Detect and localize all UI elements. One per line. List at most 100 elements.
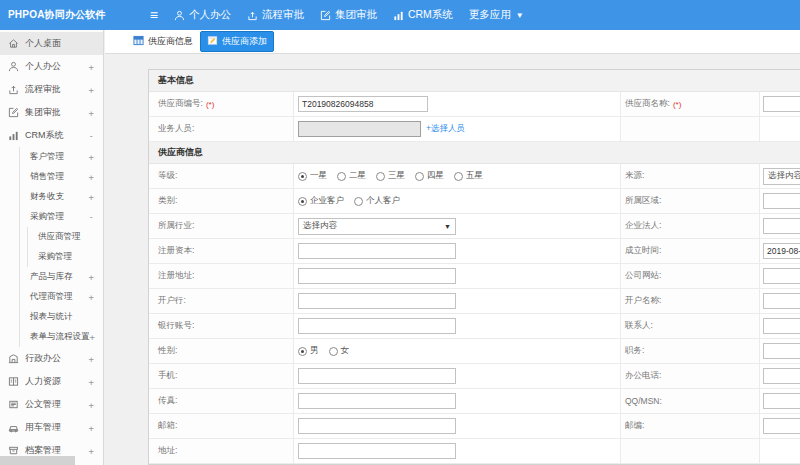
expand-plus-icon[interactable]: + bbox=[89, 152, 94, 162]
tab-0[interactable]: 供应商信息 bbox=[133, 35, 193, 48]
expand-plus-icon[interactable]: + bbox=[89, 172, 94, 182]
radio-label: 二星 bbox=[349, 170, 366, 182]
expand-plus-icon[interactable]: + bbox=[89, 192, 94, 202]
text-input[interactable] bbox=[763, 293, 800, 309]
field-input-cell bbox=[294, 289, 621, 313]
text-input[interactable] bbox=[763, 218, 800, 234]
expand-plus-icon[interactable]: + bbox=[89, 400, 94, 410]
field-input-cell bbox=[760, 239, 800, 263]
text-input[interactable] bbox=[298, 418, 456, 434]
expand-plus-icon[interactable]: + bbox=[89, 377, 94, 387]
text-input[interactable] bbox=[763, 368, 800, 384]
field-input-cell: 选择内容▼ bbox=[294, 214, 621, 238]
text-input[interactable] bbox=[763, 318, 800, 334]
radio-button[interactable] bbox=[337, 172, 346, 181]
tab-1[interactable]: 供应商添加 bbox=[200, 31, 274, 52]
sidebar-item-13[interactable]: 报表与统计 bbox=[0, 307, 103, 327]
field-input-cell bbox=[760, 314, 800, 338]
text-input[interactable] bbox=[298, 293, 456, 309]
field-label: 企业法人: bbox=[625, 220, 661, 232]
form-row: 开户行:开户名称: bbox=[149, 289, 800, 314]
radio-button[interactable] bbox=[415, 172, 424, 181]
select-person-link[interactable]: +选择人员 bbox=[426, 123, 465, 135]
expand-plus-icon[interactable]: + bbox=[89, 272, 94, 282]
radio-button[interactable] bbox=[354, 197, 363, 206]
field-input-cell bbox=[760, 439, 800, 463]
topnav-item-0[interactable]: 个人办公 bbox=[174, 8, 231, 22]
text-input[interactable] bbox=[763, 393, 800, 409]
sidebar-item-15[interactable]: 行政办公+ bbox=[0, 347, 103, 370]
field-label: 联系人: bbox=[625, 320, 653, 332]
radio-button[interactable] bbox=[298, 347, 307, 356]
text-input[interactable] bbox=[763, 268, 800, 284]
select-box[interactable]: 选择内容▼ bbox=[298, 218, 456, 235]
sidebar-item-12[interactable]: 代理商管理+ bbox=[0, 287, 103, 307]
text-input[interactable] bbox=[298, 443, 456, 459]
text-input[interactable] bbox=[298, 368, 456, 384]
radio-button[interactable] bbox=[454, 172, 463, 181]
text-input[interactable] bbox=[763, 96, 800, 112]
text-input[interactable] bbox=[298, 243, 456, 259]
text-input[interactable] bbox=[298, 96, 428, 112]
field-input-cell bbox=[294, 364, 621, 388]
sidebar-item-3[interactable]: 集团审批+ bbox=[0, 101, 103, 124]
radio-button[interactable] bbox=[329, 347, 338, 356]
topnav-item-4[interactable]: 更多应用▼ bbox=[469, 8, 524, 22]
topnav-item-3[interactable]: CRM系统 bbox=[393, 8, 453, 22]
sidebar-item-9[interactable]: 供应商管理 bbox=[0, 227, 103, 247]
expand-plus-icon[interactable]: + bbox=[89, 85, 94, 95]
radio-button[interactable] bbox=[376, 172, 385, 181]
sidebar-item-5[interactable]: 客户管理+ bbox=[0, 147, 103, 167]
text-input[interactable] bbox=[763, 243, 800, 259]
field-label: 传真: bbox=[158, 395, 177, 407]
sidebar-item-1[interactable]: 个人办公+ bbox=[0, 55, 103, 78]
field-label-cell: 地址: bbox=[149, 439, 294, 463]
sidebar-item-7[interactable]: 财务收支+ bbox=[0, 187, 103, 207]
radio-button[interactable] bbox=[298, 172, 307, 181]
expand-plus-icon[interactable]: + bbox=[90, 332, 95, 342]
menu-toggle-icon[interactable]: ≡ bbox=[150, 8, 158, 22]
expand-plus-icon[interactable]: + bbox=[89, 423, 94, 433]
sidebar-item-10[interactable]: 采购管理 bbox=[0, 247, 103, 267]
expand-plus-icon[interactable]: + bbox=[89, 354, 94, 364]
sidebar-item-16[interactable]: 人力资源+ bbox=[0, 370, 103, 393]
sidebar-item-label: 报表与统计 bbox=[30, 311, 73, 323]
topbar: PHPOA协同办公软件 ≡ 个人办公流程审批集团审批CRM系统更多应用▼ bbox=[0, 0, 800, 30]
text-input[interactable] bbox=[763, 418, 800, 434]
topnav-item-1[interactable]: 流程审批 bbox=[247, 8, 304, 22]
field-label-cell: QQ/MSN: bbox=[621, 389, 760, 413]
sidebar-item-18[interactable]: 用车管理 + bbox=[0, 416, 103, 439]
expand-plus-icon[interactable]: + bbox=[89, 292, 94, 302]
tab-bar: 供应商信息供应商添加 bbox=[105, 30, 800, 54]
radio-button[interactable] bbox=[298, 197, 307, 206]
text-input[interactable] bbox=[298, 121, 421, 137]
sidebar-item-6[interactable]: 销售管理+ bbox=[0, 167, 103, 187]
expand-plus-icon[interactable]: + bbox=[89, 62, 94, 72]
text-input[interactable] bbox=[298, 393, 456, 409]
sidebar-item-14[interactable]: 表单与流程设置+ bbox=[0, 327, 103, 347]
text-input[interactable] bbox=[763, 343, 800, 359]
people-icon bbox=[8, 376, 19, 387]
dropdown-arrow-icon: ▼ bbox=[444, 223, 451, 230]
expand-plus-icon[interactable]: + bbox=[89, 108, 94, 118]
topnav-item-2[interactable]: 集团审批 bbox=[320, 8, 377, 22]
text-input[interactable] bbox=[298, 268, 456, 284]
sidebar-item-2[interactable]: 流程审批+ bbox=[0, 78, 103, 101]
sidebar-item-label: 用车管理 bbox=[25, 421, 61, 434]
select-box[interactable]: 选择内容 bbox=[763, 168, 800, 185]
tab-label: 供应商信息 bbox=[148, 35, 193, 48]
text-input[interactable] bbox=[298, 318, 456, 334]
collapse-minus-icon[interactable]: - bbox=[89, 131, 94, 141]
sidebar-item-4[interactable]: CRM系统- bbox=[0, 124, 103, 147]
field-label-cell: 供应商编号:(*) bbox=[149, 92, 294, 116]
sidebar-item-11[interactable]: 产品与库存+ bbox=[0, 267, 103, 287]
form-row: 业务人员:+选择人员 bbox=[149, 117, 800, 142]
text-input[interactable] bbox=[763, 193, 800, 209]
sidebar-item-8[interactable]: 采购管理- bbox=[0, 207, 103, 227]
sidebar-item-0[interactable]: 个人桌面 bbox=[0, 32, 103, 55]
sidebar-item-17[interactable]: 公文管理+ bbox=[0, 393, 103, 416]
expand-plus-icon[interactable]: + bbox=[89, 446, 94, 456]
collapse-minus-icon[interactable]: - bbox=[89, 212, 94, 222]
sidebar-scrollbar[interactable] bbox=[0, 456, 75, 465]
field-label-cell: 开户行: bbox=[149, 289, 294, 313]
